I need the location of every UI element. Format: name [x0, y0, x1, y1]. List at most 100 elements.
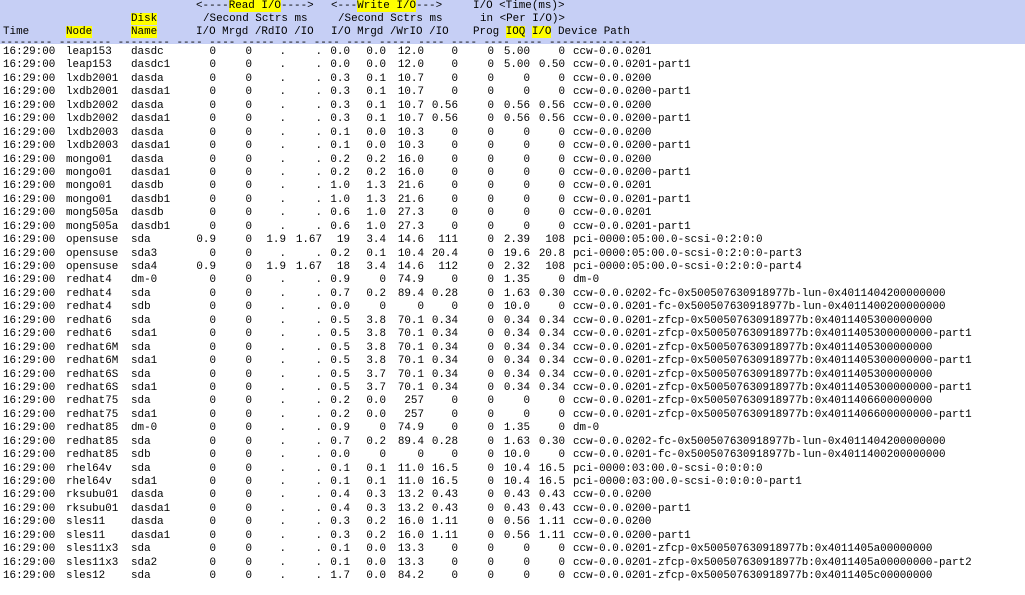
- prog-cell: 0: [487, 113, 494, 126]
- read-mrgd-cell: 0: [245, 99, 252, 112]
- time-cell: 16:29:00: [3, 435, 56, 448]
- read-io-cell: 0: [209, 422, 216, 435]
- disk-cell: dasda1: [131, 140, 171, 153]
- read-ms-cell: .: [315, 153, 322, 166]
- ioq-cell: 2.39: [503, 234, 530, 247]
- ioq-cell: 10.4: [503, 462, 530, 475]
- node-cell: sles12: [66, 570, 106, 583]
- ioq-cell: 0: [523, 570, 530, 583]
- prog-cell: 0: [487, 502, 494, 515]
- time-cell: 16:29:00: [3, 287, 56, 300]
- write-wrio-cell: 74.9: [397, 274, 424, 287]
- node-cell: mongo01: [66, 193, 112, 206]
- read-io-cell: 0: [209, 395, 216, 408]
- prog-cell: 0: [487, 166, 494, 179]
- device-path-cell: ccw-0.0.0200: [573, 72, 652, 85]
- io-cell: 0: [558, 395, 565, 408]
- read-io-cell: 0: [209, 86, 216, 99]
- disk-cell: dasdb1: [131, 193, 171, 206]
- node-cell: opensuse: [66, 234, 119, 247]
- write-mrgd-cell: 0.2: [366, 529, 386, 542]
- read-mrgd-cell: 0: [245, 287, 252, 300]
- time-cell: 16:29:00: [3, 449, 56, 462]
- device-path-cell: pci-0000:05:00.0-scsi-0:2:0:0: [573, 234, 763, 247]
- node-cell: opensuse: [66, 261, 119, 273]
- read-io-cell: 0: [209, 314, 216, 327]
- read-ms-cell: .: [315, 341, 322, 354]
- write-mrgd-cell: 0: [379, 274, 386, 287]
- disk-cell: dasda1: [131, 502, 171, 515]
- node-cell: lxdb2003: [66, 126, 119, 139]
- read-rdio-cell: .: [279, 301, 286, 314]
- write-io-cell: 0.4: [330, 502, 350, 515]
- prog-cell: 0: [487, 449, 494, 462]
- read-io-cell: 0: [209, 462, 216, 475]
- disk-cell: sda1: [131, 408, 158, 421]
- disk-cell: sdb: [131, 301, 151, 314]
- table-row: 16:29:00 redhat85 dm-0 0 0.. 0.9 0 74.9 0 0 1.35 0 d…: [0, 422, 1025, 435]
- read-mrgd-cell: 0: [245, 395, 252, 408]
- device-path-cell: pci-0000:03:00.0-scsi-0:0:0:0-part1: [573, 476, 802, 488]
- io-cell: 0.34: [538, 328, 565, 341]
- write-mrgd-cell: 3.4: [366, 261, 386, 273]
- write-mrgd-cell: 0.1: [366, 99, 386, 112]
- time-cell: 16:29:00: [3, 341, 56, 354]
- table-row: 16:29:00 lxdb2003 dasda1 0 0.. 0.1 0.0 10.3 0 0 0 0…: [0, 140, 1025, 153]
- disk-cell: dm-0: [131, 274, 158, 287]
- disk-cell: sda: [131, 234, 151, 247]
- read-ms-cell: .: [315, 140, 322, 153]
- table-row: 16:29:00 lxdb2003 dasda 0 0.. 0.1 0.0 10.3 0 0 0 0 c…: [0, 127, 1025, 140]
- read-io-cell: 0: [209, 368, 216, 381]
- device-path-cell: ccw-0.0.0200: [573, 516, 652, 529]
- io-cell: 1.11: [538, 529, 565, 542]
- read-rdio-cell: .: [279, 314, 286, 327]
- read-ms-cell: .: [315, 46, 322, 58]
- read-io-cell: 0: [209, 381, 216, 394]
- node-cell: redhat4: [66, 287, 112, 300]
- node-cell: rksubu01: [66, 489, 119, 502]
- prog-cell: 0: [487, 314, 494, 327]
- time-cell: 16:29:00: [3, 502, 56, 515]
- io-cell: 0.34: [538, 368, 565, 381]
- device-path-cell: ccw-0.0.0201-zfcp-0x500507630918977b:0x4…: [573, 556, 972, 569]
- write-ms-cell: 16.5: [431, 462, 458, 475]
- write-mrgd-cell: 1.0: [366, 220, 386, 233]
- time-cell: 16:29:00: [3, 220, 56, 233]
- disk-cell: dm-0: [131, 422, 158, 435]
- device-path-cell: ccw-0.0.0201: [573, 180, 652, 193]
- disk-cell: sda2: [131, 556, 158, 569]
- write-mrgd-cell: 3.8: [366, 355, 386, 368]
- write-mrgd-cell: 0.0: [366, 543, 386, 556]
- write-mrgd-cell: 0.3: [366, 502, 386, 515]
- read-rdio-cell: .: [279, 287, 286, 300]
- io-cell: 0: [558, 166, 565, 179]
- write-ms-cell: 16.5: [431, 476, 458, 488]
- ioq-cell: 0: [523, 395, 530, 408]
- table-row: 16:29:00 mong505a dasdb 0 0.. 0.6 1.0 27.3 0 0 0 0 c…: [0, 207, 1025, 220]
- device-path-cell: ccw-0.0.0201-zfcp-0x500507630918977b:0x4…: [573, 381, 972, 394]
- disk-cell: dasda1: [131, 113, 171, 126]
- write-wrio-cell: 21.6: [397, 193, 424, 206]
- device-path-cell: ccw-0.0.0201: [573, 46, 652, 58]
- read-io-cell: 0: [209, 193, 216, 206]
- device-path-cell: ccw-0.0.0201-zfcp-0x500507630918977b:0x4…: [573, 341, 933, 354]
- ioq-cell: 1.35: [503, 422, 530, 435]
- disk-cell: sda3: [131, 247, 158, 260]
- prog-cell: 0: [487, 287, 494, 300]
- write-ms-cell: 0: [451, 126, 458, 139]
- read-ms-cell: .: [315, 462, 322, 475]
- device-path-cell: ccw-0.0.0201-zfcp-0x500507630918977b:0x4…: [573, 328, 972, 341]
- write-mrgd-cell: 0.2: [366, 153, 386, 166]
- io-cell: 0.50: [538, 59, 565, 72]
- time-cell: 16:29:00: [3, 301, 56, 314]
- read-ms-cell: .: [315, 395, 322, 408]
- node-cell: lxdb2002: [66, 113, 119, 126]
- disk-cell: dasda: [131, 516, 164, 529]
- write-wrio-cell: 10.7: [397, 86, 424, 99]
- write-mrgd-cell: 3.7: [366, 368, 386, 381]
- write-wrio-cell: 12.0: [397, 59, 424, 72]
- ioq-cell: 10.0: [503, 301, 530, 314]
- write-mrgd-cell: 0.2: [366, 287, 386, 300]
- write-io-cell: 0.2: [330, 153, 350, 166]
- write-ms-cell: 0: [451, 166, 458, 179]
